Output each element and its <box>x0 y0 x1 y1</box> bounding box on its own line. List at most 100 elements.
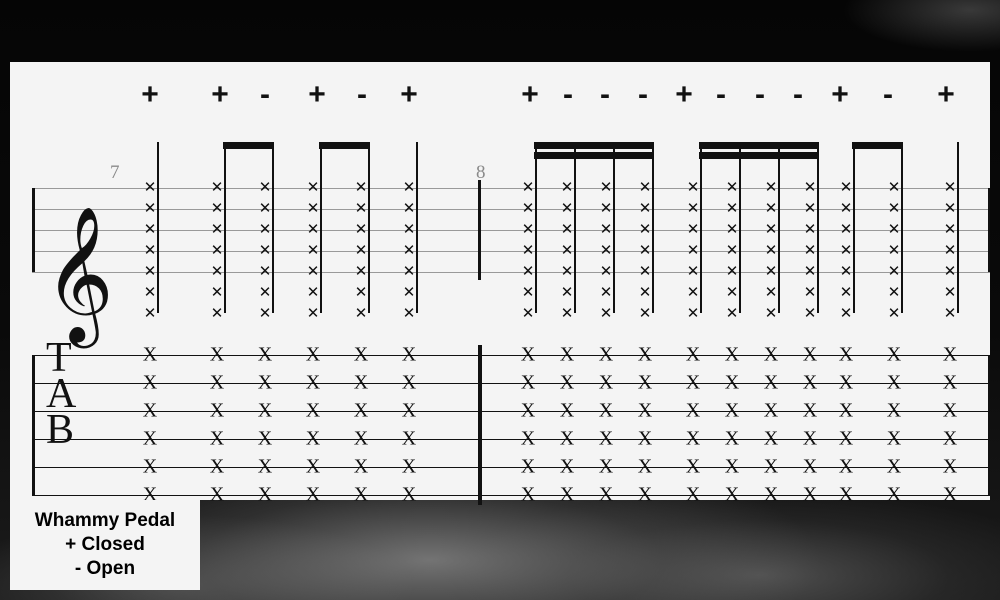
staff-notehead: ✕ <box>354 284 368 301</box>
staff-notehead: ✕ <box>839 263 853 280</box>
tab-connector <box>274 355 304 357</box>
tab-connector <box>702 355 723 357</box>
tab-notehead: X <box>305 343 321 366</box>
staff-notehead: ✕ <box>725 263 739 280</box>
staff-notehead: ✕ <box>686 200 700 217</box>
staff-notehead: ✕ <box>725 200 739 217</box>
tab-connector <box>576 411 597 413</box>
staff-notehead: ✕ <box>521 200 535 217</box>
tab-connector <box>576 383 597 385</box>
staff-notehead: ✕ <box>943 179 957 196</box>
staff-notehead: ✕ <box>599 221 613 238</box>
staff-notehead: ✕ <box>306 179 320 196</box>
tab-connector <box>855 439 885 441</box>
staff-notehead: ✕ <box>210 263 224 280</box>
tab-connector <box>819 355 837 357</box>
tab-notehead: X <box>724 427 740 450</box>
tab-notehead: X <box>886 427 902 450</box>
tab-connector <box>537 355 558 357</box>
tab-connector <box>159 383 208 385</box>
staff-notehead: ✕ <box>306 305 320 322</box>
barline <box>32 188 35 272</box>
staff-notehead: ✕ <box>354 179 368 196</box>
tab-connector <box>226 495 256 497</box>
tab-notehead: X <box>724 371 740 394</box>
staff-notehead: ✕ <box>258 221 272 238</box>
staff-notehead: ✕ <box>638 242 652 259</box>
tab-notehead: X <box>598 427 614 450</box>
tab-connector <box>615 467 636 469</box>
staff-notehead: ✕ <box>354 242 368 259</box>
staff-notehead: ✕ <box>210 305 224 322</box>
tab-connector <box>226 383 256 385</box>
tab-notehead: X <box>257 427 273 450</box>
staff-notehead: ✕ <box>943 200 957 217</box>
tab-notehead: X <box>559 371 575 394</box>
tab-notehead: X <box>886 455 902 478</box>
staff-notehead: ✕ <box>143 263 157 280</box>
tab-connector <box>702 495 723 497</box>
staff-notehead: ✕ <box>143 200 157 217</box>
tab-connector <box>741 355 762 357</box>
tab-connector <box>537 411 558 413</box>
tab-notehead: X <box>520 455 536 478</box>
legend-open: - Open <box>74 557 136 579</box>
tab-notehead: X <box>598 371 614 394</box>
note-beam <box>699 152 819 159</box>
tab-label: TAB <box>46 337 76 451</box>
tab-notehead: X <box>257 399 273 422</box>
staff-notehead: ✕ <box>943 221 957 238</box>
tab-connector <box>370 411 400 413</box>
tab-notehead: X <box>763 399 779 422</box>
tab-notehead: X <box>598 399 614 422</box>
stroke-marker: + <box>675 78 693 111</box>
tab-connector <box>274 467 304 469</box>
tab-notehead: X <box>942 483 958 506</box>
staff-notehead: ✕ <box>306 221 320 238</box>
staff-notehead: ✕ <box>521 221 535 238</box>
tab-connector <box>274 495 304 497</box>
staff-notehead: ✕ <box>887 221 901 238</box>
tab-notehead: X <box>637 455 653 478</box>
tab-notehead: X <box>886 371 902 394</box>
staff-notehead: ✕ <box>402 242 416 259</box>
tab-connector <box>780 467 801 469</box>
staff-notehead: ✕ <box>560 263 574 280</box>
tab-notehead: X <box>559 455 575 478</box>
tab-connector <box>702 383 723 385</box>
staff-notehead: ✕ <box>402 263 416 280</box>
tab-notehead: X <box>685 343 701 366</box>
tab-notehead: X <box>637 343 653 366</box>
tab-connector <box>159 411 208 413</box>
tab-notehead: X <box>257 343 273 366</box>
legend-box: Whammy Pedal + Closed - Open <box>10 500 200 590</box>
staff-notehead: ✕ <box>521 242 535 259</box>
tab-connector <box>370 383 400 385</box>
tab-connector <box>855 467 885 469</box>
staff-notehead: ✕ <box>599 179 613 196</box>
note-stem <box>817 142 819 313</box>
staff-notehead: ✕ <box>725 242 739 259</box>
tab-notehead: X <box>763 343 779 366</box>
tab-notehead: X <box>142 399 158 422</box>
staff-notehead: ✕ <box>803 221 817 238</box>
tab-connector <box>159 495 208 497</box>
note-stem <box>739 142 741 313</box>
note-stem <box>957 142 959 313</box>
tab-notehead: X <box>353 371 369 394</box>
tab-connector <box>702 411 723 413</box>
tab-connector <box>274 383 304 385</box>
tab-connector <box>741 411 762 413</box>
staff-notehead: ✕ <box>764 242 778 259</box>
tab-notehead: X <box>763 483 779 506</box>
tab-notehead: X <box>305 427 321 450</box>
tab-notehead: X <box>401 399 417 422</box>
staff-notehead: ✕ <box>725 221 739 238</box>
tab-notehead: X <box>209 371 225 394</box>
tab-notehead: X <box>353 427 369 450</box>
staff-notehead: ✕ <box>599 305 613 322</box>
stroke-marker: - <box>755 78 765 111</box>
staff-notehead: ✕ <box>143 221 157 238</box>
staff-notehead: ✕ <box>143 305 157 322</box>
tab-notehead: X <box>401 455 417 478</box>
